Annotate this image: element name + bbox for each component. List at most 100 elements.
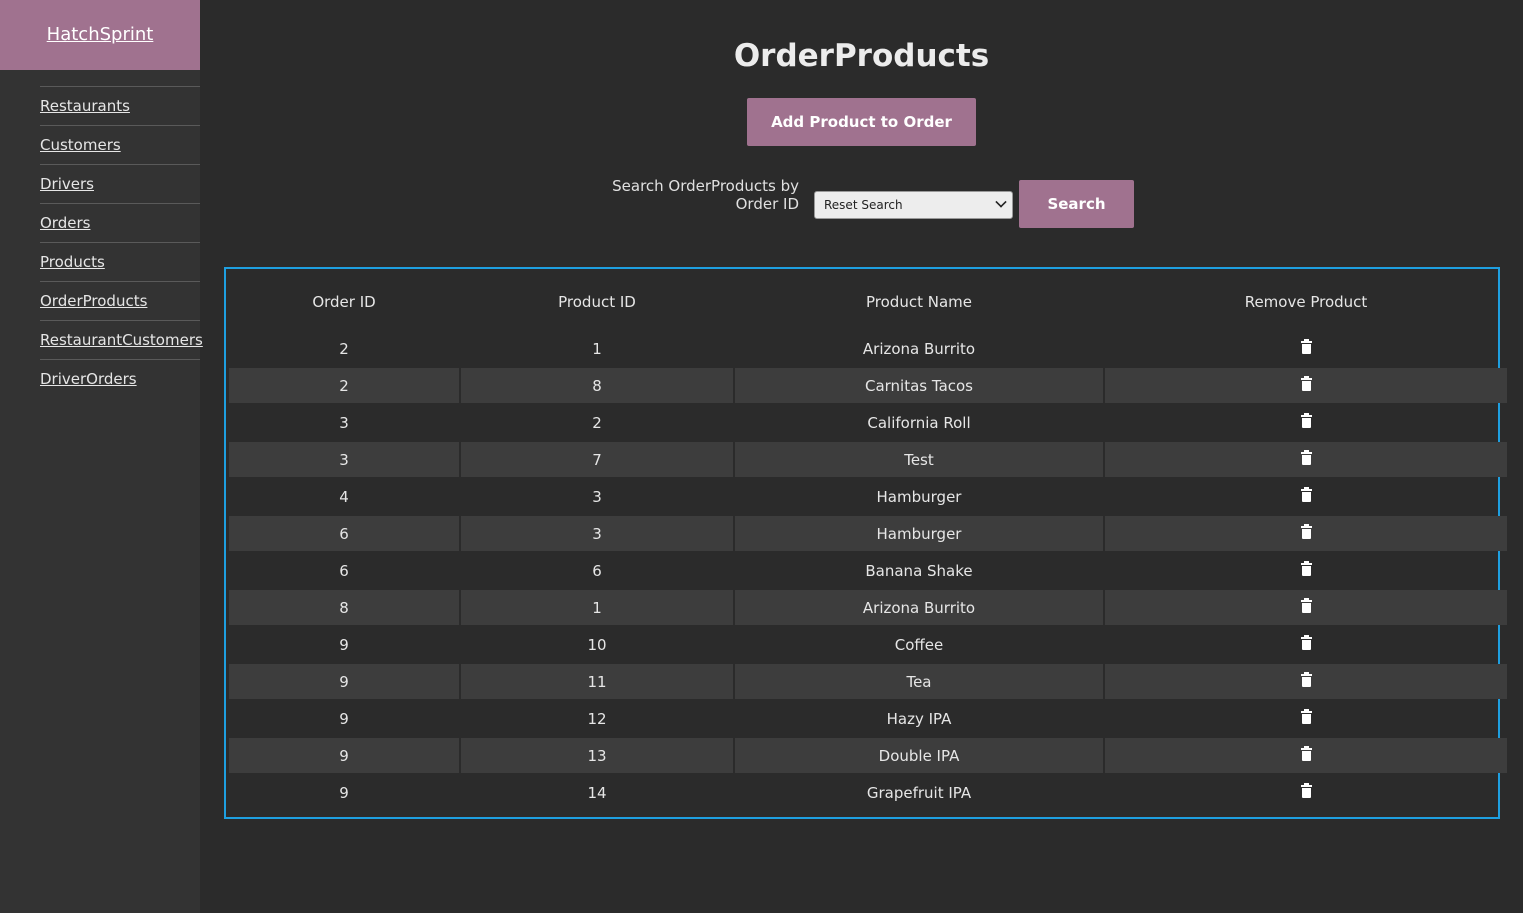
sidebar-link-restaurantcustomers[interactable]: RestaurantCustomers (40, 331, 203, 349)
cell-order-id: 6 (339, 561, 349, 580)
sidebar-item-driverorders: DriverOrders (40, 359, 200, 398)
cell-order-id: 9 (229, 664, 459, 699)
cell-product-id: 7 (461, 442, 733, 477)
header-remove-product: Remove Product (1244, 293, 1368, 311)
sidebar-item-products: Products (40, 242, 200, 281)
trash-icon[interactable] (1300, 597, 1312, 613)
table-body: 2 1 Arizona Burrito 2 8 Carnitas Tacos 3 2 Calif… (229, 331, 1507, 810)
cell-product-id: 3 (461, 516, 733, 551)
cell-remove-product (1105, 553, 1507, 588)
cell-product-name: Hazy IPA (886, 709, 952, 728)
cell-remove-product (1105, 442, 1507, 477)
cell-product-id: 10 (587, 635, 607, 654)
sidebar-link-orderproducts[interactable]: OrderProducts (40, 292, 147, 310)
table-row: 3 2 California Roll (229, 405, 1507, 440)
cell-remove-product (1105, 775, 1507, 810)
cell-remove-product (1105, 331, 1507, 366)
cell-remove-product (1105, 479, 1507, 514)
table-row: 3 7 Test (229, 442, 1507, 477)
trash-icon[interactable] (1300, 560, 1312, 576)
cell-order-id: 4 (339, 487, 349, 506)
cell-product-id: 14 (587, 783, 607, 802)
order-products-table: Order ID Product ID Product Name Remove … (227, 270, 1509, 812)
table-row: 9 13 Double IPA (229, 738, 1507, 773)
cell-remove-product (1105, 405, 1507, 440)
sidebar-link-drivers[interactable]: Drivers (40, 175, 94, 193)
cell-order-id: 2 (339, 339, 349, 358)
table-row: 9 11 Tea (229, 664, 1507, 699)
order-id-select[interactable]: Reset Search (814, 191, 1013, 219)
table-row: 9 14 Grapefruit IPA (229, 775, 1507, 810)
cell-product-name: Double IPA (735, 738, 1103, 773)
page-title: OrderProducts (733, 38, 990, 74)
header-product-id: Product ID (558, 293, 636, 311)
search-button[interactable]: Search (1019, 180, 1134, 228)
cell-product-id: 3 (592, 487, 602, 506)
cell-order-id: 3 (339, 413, 349, 432)
trash-icon[interactable] (1300, 338, 1312, 354)
sidebar-link-restaurants[interactable]: Restaurants (40, 97, 130, 115)
brand-link[interactable]: HatchSprint (47, 24, 154, 45)
cell-product-id: 2 (592, 413, 602, 432)
sidebar-link-products[interactable]: Products (40, 253, 105, 271)
table-row: 4 3 Hamburger (229, 479, 1507, 514)
trash-icon[interactable] (1300, 671, 1312, 687)
table-row: 9 12 Hazy IPA (229, 701, 1507, 736)
cell-product-name: Arizona Burrito (735, 590, 1103, 625)
sidebar-item-drivers: Drivers (40, 164, 200, 203)
cell-remove-product (1105, 664, 1507, 699)
order-id-select-value: Reset Search (824, 198, 903, 212)
trash-icon[interactable] (1300, 449, 1312, 465)
cell-order-id: 3 (229, 442, 459, 477)
cell-order-id: 9 (229, 738, 459, 773)
cell-product-name: Arizona Burrito (862, 339, 976, 358)
main-content: OrderProducts Add Product to Order Searc… (200, 0, 1523, 913)
cell-order-id: 9 (339, 783, 349, 802)
cell-remove-product (1105, 738, 1507, 773)
sidebar-link-orders[interactable]: Orders (40, 214, 90, 232)
order-products-table-container: Order ID Product ID Product Name Remove … (224, 267, 1507, 819)
cell-product-id: 1 (592, 339, 602, 358)
cell-product-name: Hamburger (735, 516, 1103, 551)
cell-product-name: Tea (735, 664, 1103, 699)
cell-order-id: 9 (339, 635, 349, 654)
trash-icon[interactable] (1300, 745, 1312, 761)
sidebar-nav: Restaurants Customers Drivers Orders Pro… (40, 86, 203, 398)
sidebar-link-driverorders[interactable]: DriverOrders (40, 370, 137, 388)
table-row: 6 3 Hamburger (229, 516, 1507, 551)
cell-order-id: 9 (339, 709, 349, 728)
cell-product-name: Carnitas Tacos (735, 368, 1103, 403)
trash-icon[interactable] (1300, 708, 1312, 724)
cell-order-id: 6 (229, 516, 459, 551)
search-label: Search OrderProducts by Order ID (612, 177, 799, 213)
cell-product-name: Coffee (894, 635, 944, 654)
trash-icon[interactable] (1300, 486, 1312, 502)
sidebar-link-customers[interactable]: Customers (40, 136, 121, 154)
cell-remove-product (1105, 701, 1507, 736)
cell-product-id: 1 (461, 590, 733, 625)
trash-icon[interactable] (1300, 412, 1312, 428)
cell-product-id: 12 (587, 709, 607, 728)
add-product-to-order-button[interactable]: Add Product to Order (747, 98, 976, 146)
cell-remove-product (1105, 627, 1507, 662)
trash-icon[interactable] (1300, 634, 1312, 650)
table-row: 8 1 Arizona Burrito (229, 590, 1507, 625)
cell-product-id: 6 (592, 561, 602, 580)
table-row: 9 10 Coffee (229, 627, 1507, 662)
sidebar: HatchSprint Restaurants Customers Driver… (0, 0, 203, 913)
trash-icon[interactable] (1300, 375, 1312, 391)
cell-product-name: California Roll (867, 413, 971, 432)
sidebar-item-orderproducts: OrderProducts (40, 281, 200, 320)
sidebar-item-customers: Customers (40, 125, 200, 164)
trash-icon[interactable] (1300, 782, 1312, 798)
cell-product-id: 13 (461, 738, 733, 773)
header-product-name: Product Name (866, 293, 972, 311)
cell-product-id: 11 (461, 664, 733, 699)
chevron-down-icon (995, 196, 1007, 208)
table-row: 6 6 Banana Shake (229, 553, 1507, 588)
sidebar-item-orders: Orders (40, 203, 200, 242)
table-row: 2 1 Arizona Burrito (229, 331, 1507, 366)
cell-order-id: 2 (229, 368, 459, 403)
brand-header: HatchSprint (0, 0, 200, 70)
trash-icon[interactable] (1300, 523, 1312, 539)
